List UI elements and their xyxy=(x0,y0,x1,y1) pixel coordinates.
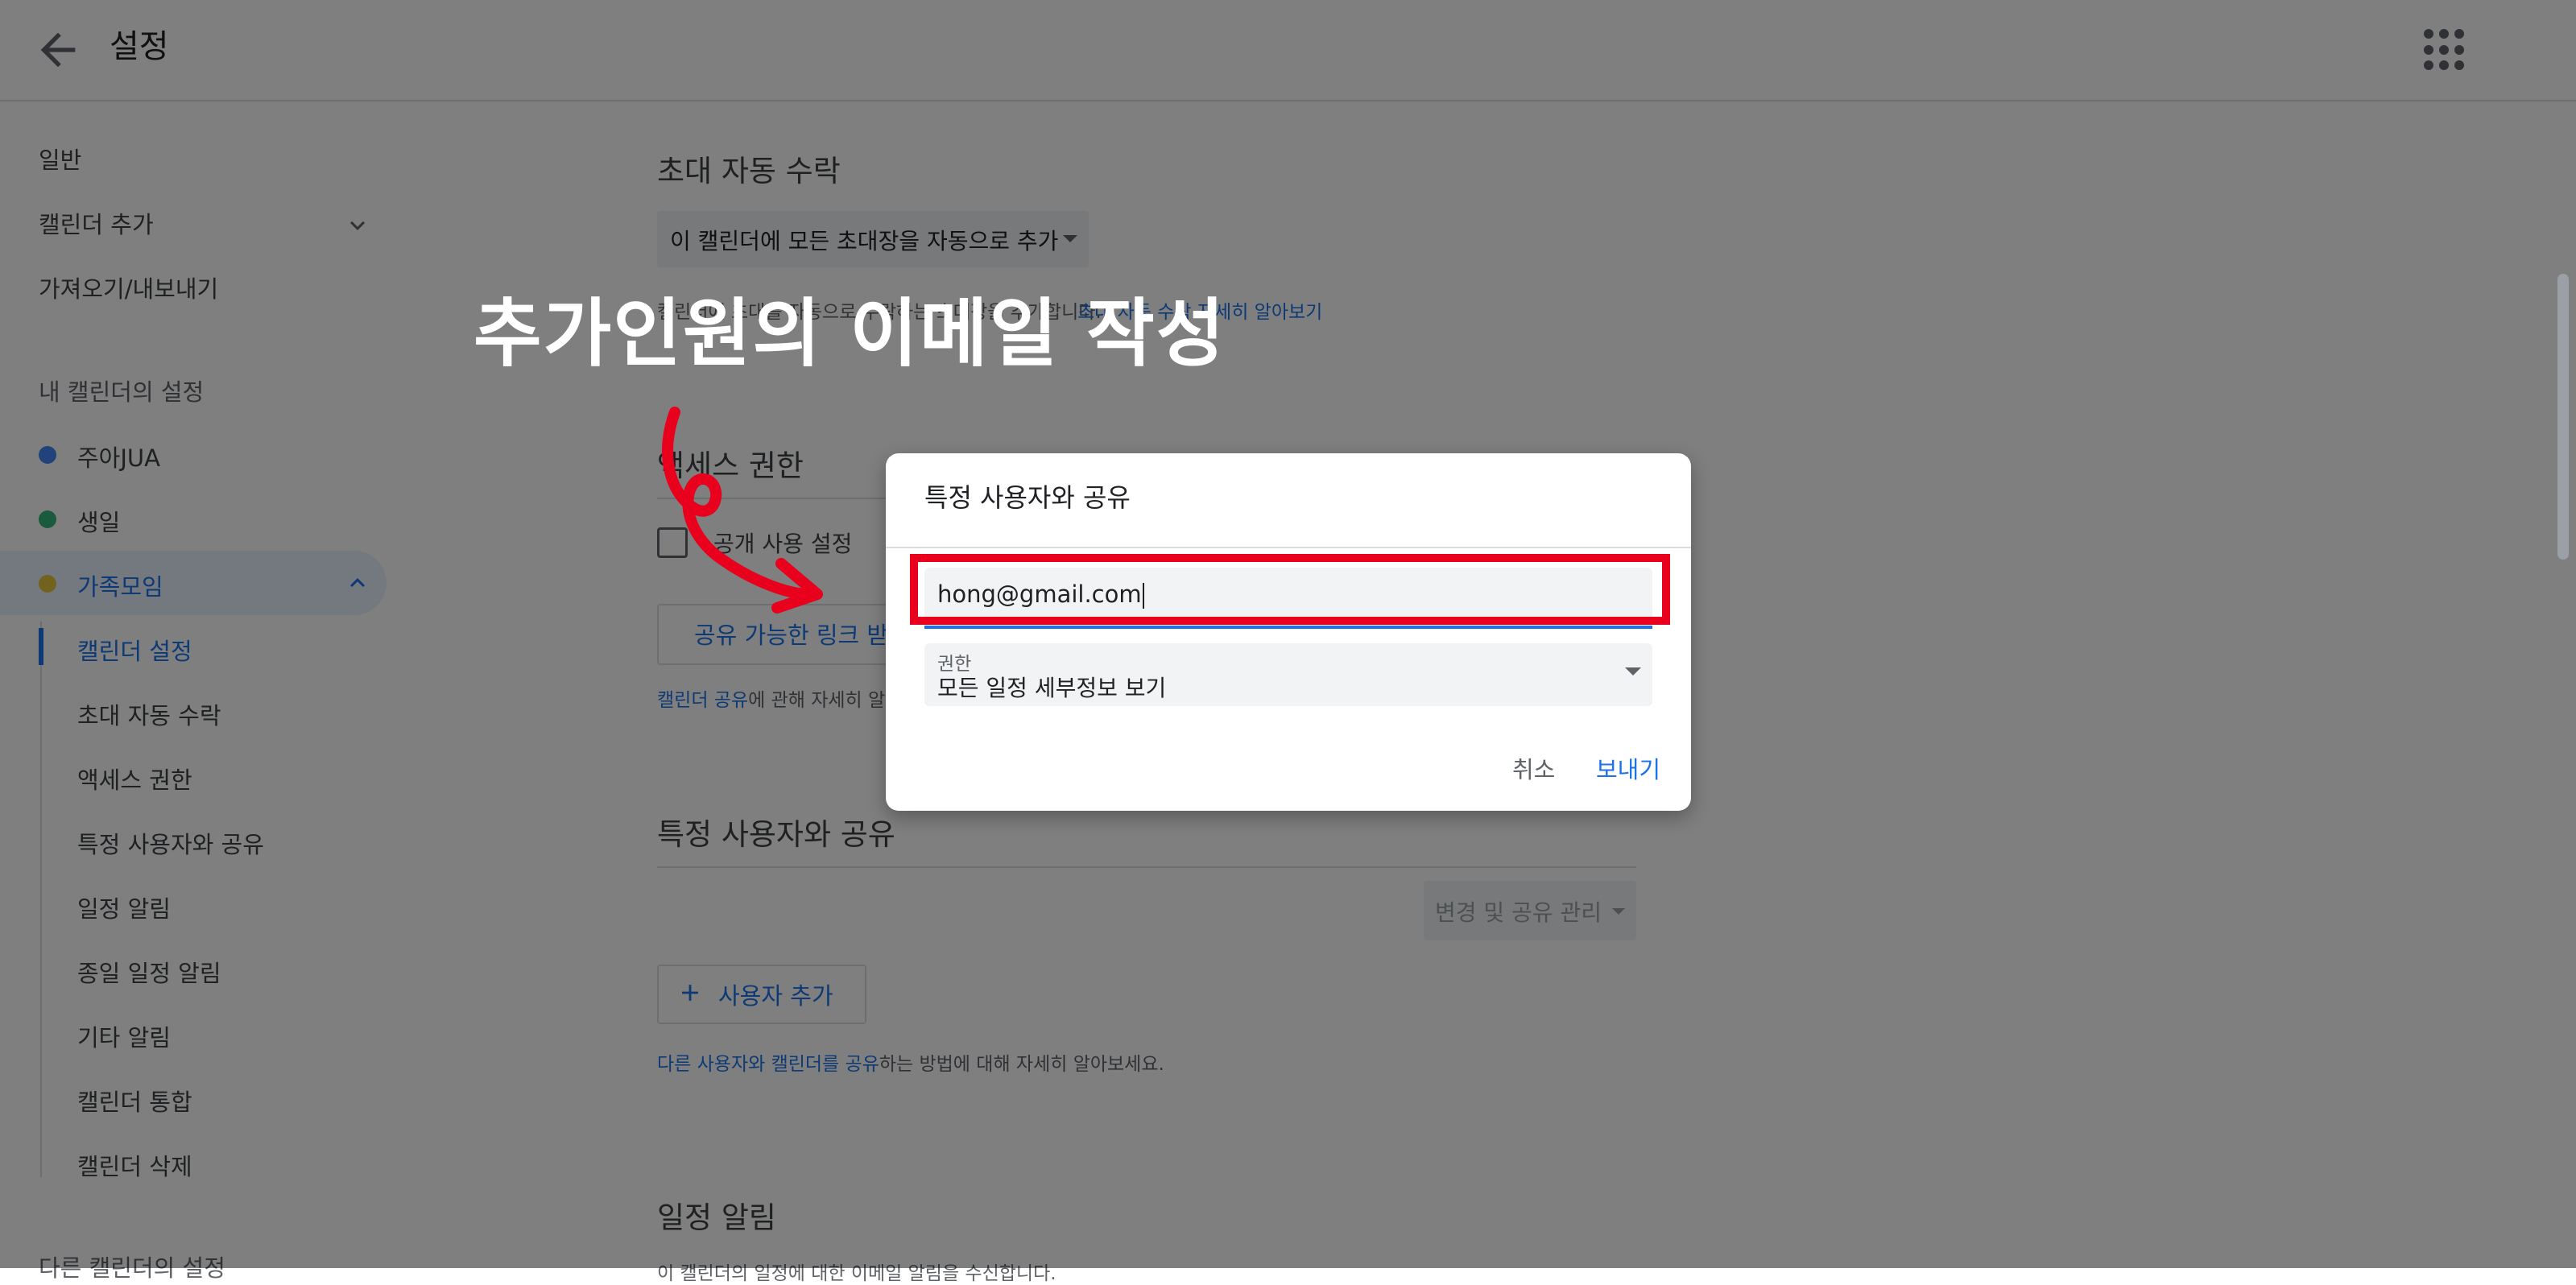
share-dialog: 특정 사용자와 공유 hong@gmail.com 권한 모든 일정 세부정보 … xyxy=(886,453,1691,811)
cancel-button[interactable]: 취소 xyxy=(1512,751,1555,785)
dialog-title: 특정 사용자와 공유 xyxy=(924,482,1131,513)
annotation-highlight-box xyxy=(910,554,1670,625)
send-button[interactable]: 보내기 xyxy=(1596,751,1660,785)
permission-value: 모든 일정 세부정보 보기 xyxy=(937,675,1167,701)
annotation-text: 추가인원의 이메일 작성 xyxy=(473,291,1226,377)
dialog-divider xyxy=(886,547,1691,548)
annotation-arrow-icon xyxy=(662,407,823,614)
permission-select[interactable]: 권한 모든 일정 세부정보 보기 xyxy=(924,643,1652,706)
dropdown-arrow-icon xyxy=(1625,667,1641,676)
scrollbar-thumb[interactable] xyxy=(2557,274,2569,560)
